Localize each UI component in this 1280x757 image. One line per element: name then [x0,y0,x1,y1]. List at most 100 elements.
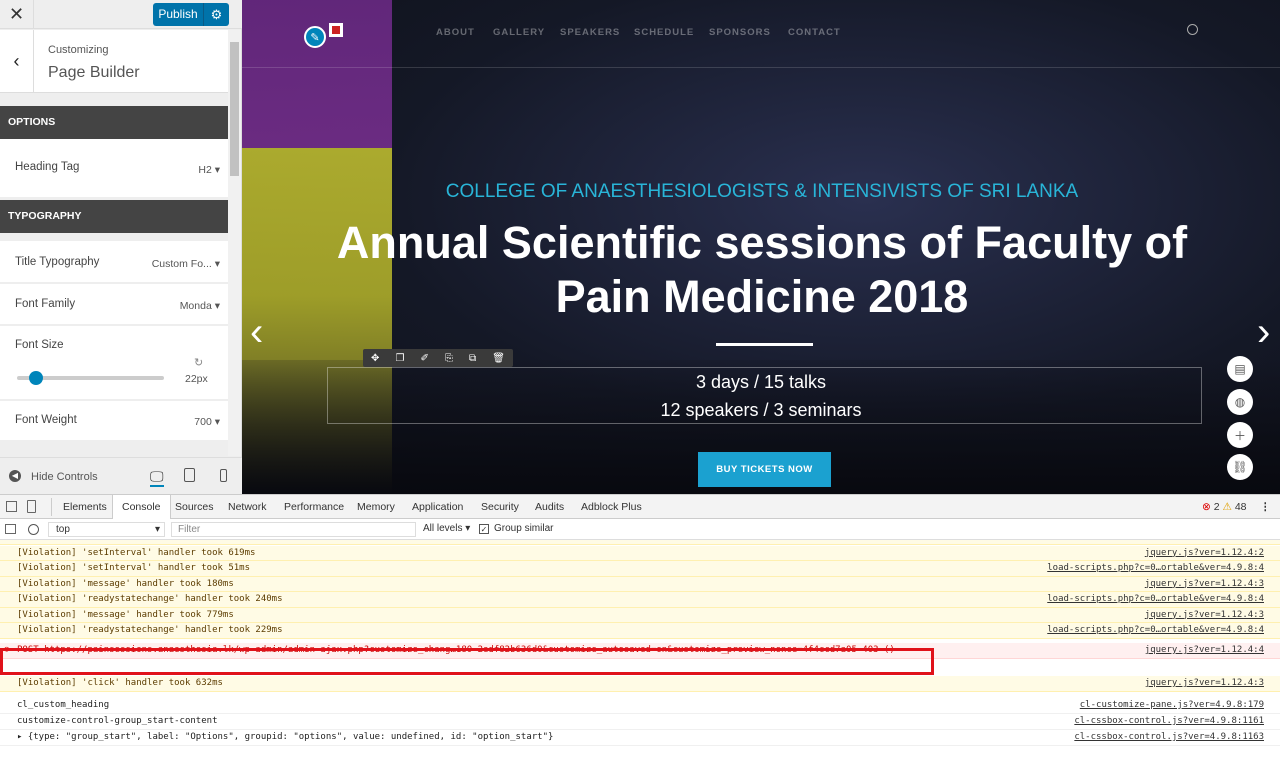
font-family-label: Font Family [15,298,76,310]
tab-performance[interactable]: Performance [284,495,344,519]
console-filter-input[interactable]: Filter [171,522,416,537]
options-heading: OPTIONS [0,106,228,139]
console-log-source-link[interactable]: jquery.js?ver=1.12.4:3 [1145,577,1264,592]
font-family-control[interactable]: Font Family Monda ▾ [0,284,228,325]
search-icon[interactable] [1187,24,1198,35]
console-log-source-link[interactable]: jquery.js?ver=1.12.4:4 [1145,643,1264,658]
tab-elements[interactable]: Elements [63,495,107,519]
tab-memory[interactable]: Memory [357,495,395,519]
console-log-source-link[interactable]: load-scripts.php?c=0…ortable&ver=4.9.8:4 [1047,561,1264,576]
inspect-icon[interactable] [6,501,17,512]
error-count[interactable]: ⊗ 2 ⚠ 48 [1202,495,1247,519]
plus-icon[interactable]: ＋ [1227,422,1253,448]
site-logo[interactable] [329,23,343,37]
tab-audits[interactable]: Audits [535,495,564,519]
hide-controls-button[interactable]: Hide Controls [31,471,98,483]
paste-icon[interactable]: ⧉ [469,353,476,364]
device-toggle-icon[interactable] [27,500,36,513]
publish-label[interactable]: Publish [153,3,204,26]
tab-console[interactable]: Console [112,495,171,519]
title-typography-control[interactable]: Title Typography Custom Fo... ▾ [0,241,228,283]
font-size-slider-handle[interactable] [29,371,44,385]
desktop-preview-icon[interactable]: 🖵 [150,468,164,487]
console-log-source-link[interactable]: cl-cssbox-control.js?ver=4.9.8:1163 [1074,730,1264,745]
nav-item-gallery[interactable]: GALLERY [493,27,545,38]
slider-prev-arrow[interactable]: ‹ [250,310,263,355]
console-log-message: cl_custom_heading [17,700,110,710]
document-icon[interactable]: ▤ [1227,356,1253,382]
mobile-preview-icon[interactable] [220,469,227,482]
sidebar-scroll-thumb[interactable] [230,42,239,176]
font-size-label: Font Size [15,339,64,351]
trash-icon[interactable]: 🗑 [492,353,505,364]
customizing-label: Customizing [48,44,109,56]
console-log-message: [Violation] 'click' handler took 632ms [17,678,223,688]
title-typography-select[interactable]: Custom Fo... ▾ [152,258,220,270]
copy-icon[interactable]: ⎘ [445,353,453,364]
console-log-row[interactable]: [Violation] 'message' handler took 180ms… [0,576,1280,592]
tab-security[interactable]: Security [481,495,519,519]
console-log-row[interactable]: [Violation] 'readystatechange' handler t… [0,623,1280,639]
buy-tickets-button[interactable]: BUY TICKETS NOW [698,452,831,487]
console-log-source-link[interactable]: jquery.js?ver=1.12.4:3 [1145,608,1264,623]
console-log-message: ▸ {type: "group_start", label: "Options"… [17,732,554,742]
element-toolbar: ✥ ❐ ✐ ⎘ ⧉ 🗑 [363,349,513,367]
console-log-source-link[interactable]: jquery.js?ver=1.12.4:2 [1145,546,1264,561]
nav-item-speakers[interactable]: SPEAKERS [560,27,620,38]
console-log-row[interactable]: ▸ {type: "group_start", label: "Options"… [0,730,1280,746]
clear-console-icon[interactable] [28,524,39,535]
font-weight-control[interactable]: Font Weight 700 ▾ [0,401,228,441]
tab-adblock-plus[interactable]: Adblock Plus [581,495,642,519]
globe-icon[interactable]: ◍ [1227,389,1253,415]
publish-button[interactable]: Publish ⚙ [153,3,229,26]
title-typography-label: Title Typography [15,256,100,268]
nav-item-sponsors[interactable]: SPONSORS [709,27,771,38]
error-highlight-box [0,648,934,675]
brush-icon[interactable]: ✐ [421,353,429,364]
console-log-source-link[interactable]: cl-customize-pane.js?ver=4.9.8:179 [1080,698,1264,713]
tab-application[interactable]: Application [412,495,463,519]
console-log-source-link[interactable]: cl-cssbox-control.js?ver=4.9.8:1161 [1074,714,1264,729]
nav-item-contact[interactable]: CONTACT [788,27,841,38]
console-log-source-link[interactable]: jquery.js?ver=1.12.4:3 [1145,676,1264,691]
customizer-sidebar: ✕ Publish ⚙ ‹ Customizing Page Builder O… [0,0,242,494]
back-arrow-icon[interactable]: ‹ [0,30,34,93]
edit-pencil-icon[interactable]: ✎ [304,26,326,48]
heading-tag-label: Heading Tag [15,161,80,173]
font-family-select[interactable]: Monda ▾ [180,300,220,312]
nav-item-about[interactable]: ABOUT [436,27,475,38]
console-log-source-link[interactable]: load-scripts.php?c=0…ortable&ver=4.9.8:4 [1047,623,1264,638]
gear-icon[interactable]: ⚙ [204,7,229,23]
hero-info-line-1: 3 days / 15 talks [695,372,827,392]
console-log-row[interactable]: customize-control-group_start-content cl-… [0,714,1280,730]
section-header: ‹ Customizing Page Builder [0,30,228,93]
font-weight-select[interactable]: 700 ▾ [194,416,220,428]
collapse-icon[interactable]: ◀ [9,470,21,482]
heading-tag-control[interactable]: Heading Tag H2 ▾ [0,139,228,198]
font-size-control[interactable]: Font Size ↻ 22px [0,326,228,400]
tablet-preview-icon[interactable] [184,468,195,482]
devtools-menu-icon[interactable]: ⋮ [1260,495,1271,519]
tab-sources[interactable]: Sources [175,495,214,519]
console-log-source-link[interactable]: load-scripts.php?c=0…ortable&ver=4.9.8:4 [1047,592,1264,607]
close-icon[interactable]: ✕ [0,0,34,29]
heading-tag-select[interactable]: H2 ▾ [198,164,220,176]
console-log-row[interactable]: [Violation] 'readystatechange' handler t… [0,592,1280,608]
context-select[interactable]: top ▾ [48,522,165,537]
console-log-row[interactable]: [Violation] 'setInterval' handler took 6… [0,545,1280,561]
group-similar-checkbox[interactable]: ✓ [479,524,489,534]
console-log-row[interactable]: cl_custom_heading cl-customize-pane.js?ve… [0,698,1280,714]
log-levels-select[interactable]: All levels ▾ [423,523,470,534]
console-log-row[interactable]: [Violation] 'message' handler took 779ms… [0,607,1280,623]
duplicate-icon[interactable]: ❐ [395,353,404,364]
sidebar-toggle-icon[interactable] [5,524,16,534]
console-log-row[interactable]: [Violation] 'click' handler took 632ms jq… [0,676,1280,692]
slider-next-arrow[interactable]: › [1257,310,1270,355]
nav-item-schedule[interactable]: SCHEDULE [634,27,694,38]
console-log-row[interactable]: [Violation] 'setInterval' handler took 5… [0,561,1280,577]
link-icon[interactable]: ⛓ [1227,454,1253,480]
reset-icon[interactable]: ↻ [194,356,203,369]
move-icon[interactable]: ✥ [371,353,379,364]
tab-network[interactable]: Network [228,495,267,519]
group-similar-label: Group similar [494,523,554,534]
